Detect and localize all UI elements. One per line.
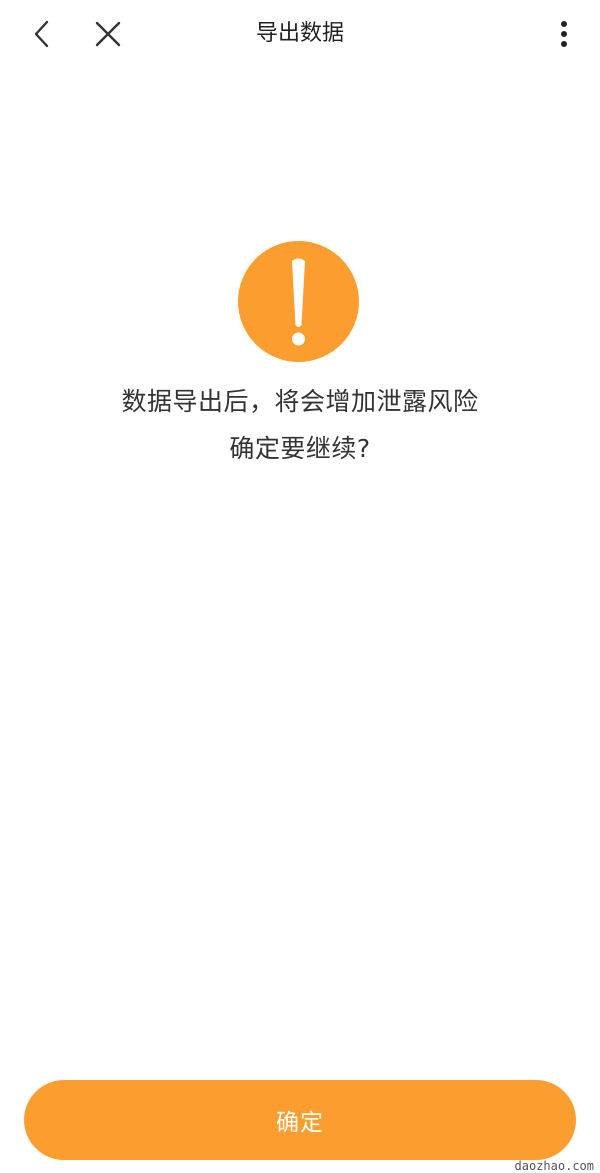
more-button[interactable] <box>544 14 584 54</box>
warning-message: 数据导出后，将会增加泄露风险 确定要继续? <box>0 378 600 472</box>
exclamation-circle-icon <box>238 241 359 362</box>
confirm-button[interactable]: 确定 <box>24 1080 576 1160</box>
more-vertical-icon <box>561 21 567 47</box>
back-arrow-icon <box>34 20 49 48</box>
watermark: daozhao.com <box>514 1159 594 1173</box>
navigation-bar: 导出数据 <box>0 0 600 66</box>
warning-message-line1: 数据导出后，将会增加泄露风险 <box>121 387 479 416</box>
close-button[interactable] <box>88 14 128 54</box>
close-icon <box>95 21 121 47</box>
back-button[interactable] <box>22 14 62 54</box>
warning-message-line2: 确定要继续? <box>229 434 371 463</box>
